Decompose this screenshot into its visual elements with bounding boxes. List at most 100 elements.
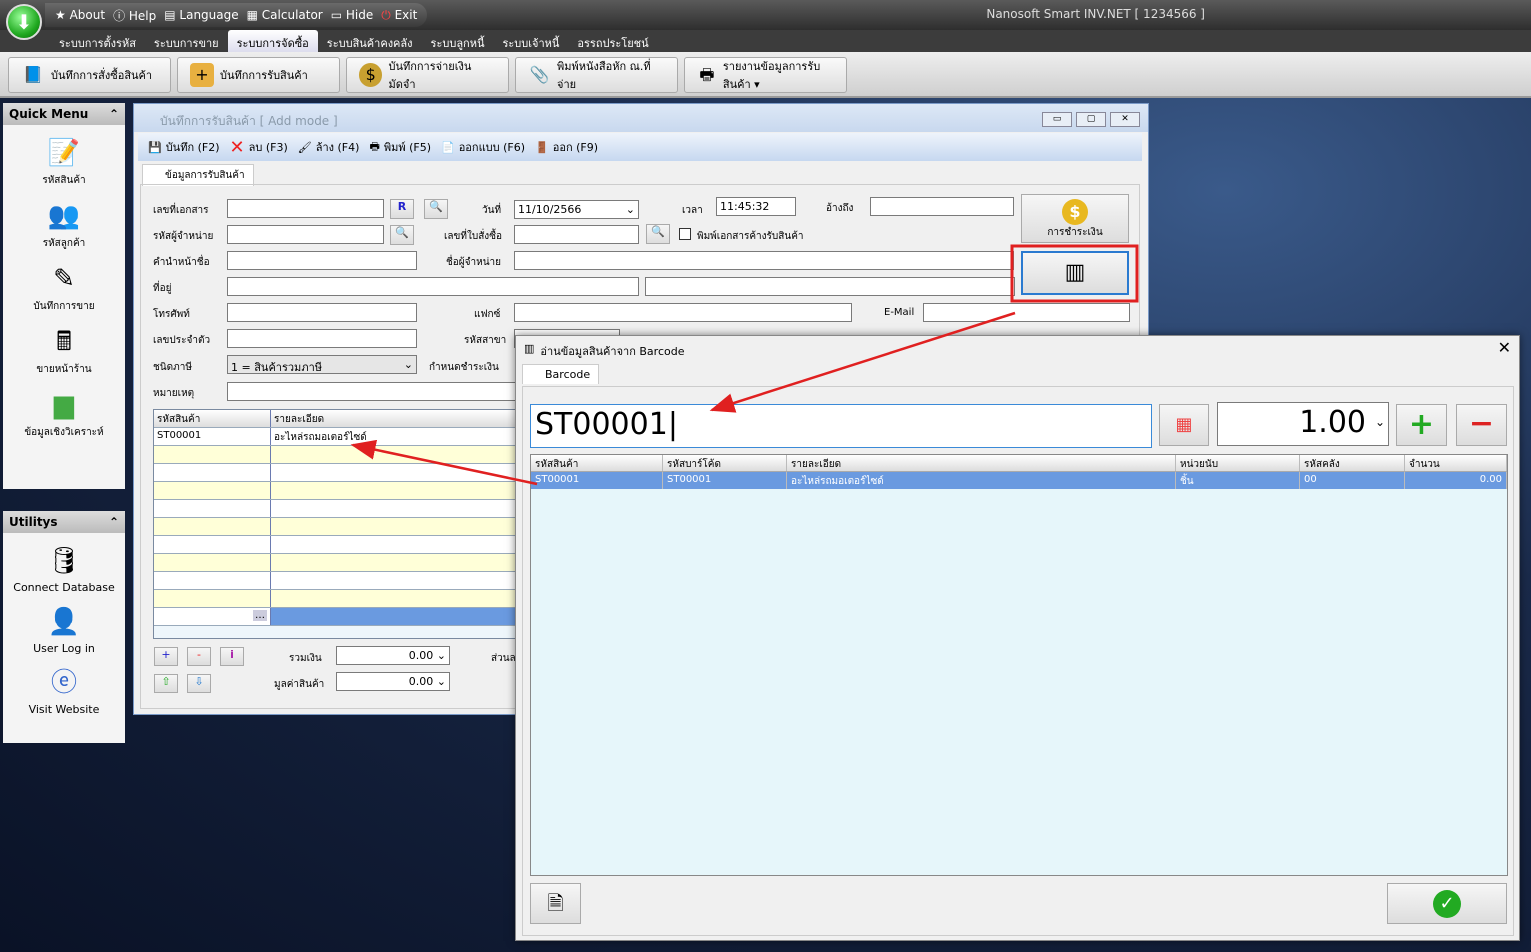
tab-receivables[interactable]: ระบบลูกหนี้ <box>422 30 494 52</box>
decrease-button[interactable]: − <box>1456 404 1507 446</box>
maximize-button[interactable]: ▢ <box>1076 112 1106 127</box>
collapse-icon[interactable]: ⌃ <box>109 515 119 529</box>
barcode-input[interactable]: ST00001| <box>530 404 1152 448</box>
about-button[interactable]: ★ About <box>55 8 105 22</box>
table-row[interactable] <box>154 446 522 464</box>
goods-receipt-button[interactable]: + บันทึกการรับสินค้า <box>177 57 340 93</box>
table-row[interactable] <box>154 482 522 500</box>
receipt-report-button[interactable]: 🖶 รายงานข้อมูลการรับสินค้า ▾ <box>684 57 847 93</box>
column-header[interactable]: จำนวน <box>1405 455 1507 471</box>
column-header[interactable]: รายละเอียด <box>271 410 521 427</box>
address-input-2[interactable] <box>645 277 1015 296</box>
print-pending-checkbox[interactable] <box>679 228 691 240</box>
fax-input[interactable] <box>514 303 852 322</box>
withholding-tax-button[interactable]: 📎 พิมพ์หนังสือหัก ณ.ที่จ่าย <box>515 57 678 93</box>
tab-purchasing[interactable]: ระบบการจัดซื้อ <box>227 30 318 52</box>
table-row[interactable] <box>154 590 522 608</box>
delete-document-button[interactable]: 🗎 <box>530 883 581 924</box>
prefix-input[interactable] <box>227 251 417 270</box>
payment-button[interactable]: $ การชำระเงิน <box>1021 194 1129 243</box>
table-row[interactable] <box>154 554 522 572</box>
clear-button[interactable]: 🖌 ล้าง (F4) <box>298 138 360 156</box>
purchase-order-button[interactable]: 📘 บันทึกการสั่งซื้อสินค้า <box>8 57 171 93</box>
utilities-header[interactable]: Utilitys ⌃ <box>3 511 125 533</box>
language-button[interactable]: ▤ Language <box>164 8 238 22</box>
quick-menu-header[interactable]: Quick Menu ⌃ <box>3 103 125 125</box>
ref-input[interactable] <box>870 197 1014 216</box>
app-menu-orb[interactable]: ⬇ <box>6 4 42 40</box>
column-header[interactable]: รหัสบาร์โค้ด <box>663 455 787 471</box>
supplier-code-input[interactable] <box>227 225 384 244</box>
column-header[interactable]: รหัสคลัง <box>1300 455 1405 471</box>
tax-type-select[interactable]: 1 = สินค้ารวมภาษี ⌄ <box>227 355 417 374</box>
hide-button[interactable]: ▭ Hide <box>331 8 374 22</box>
collapse-icon[interactable]: ⌃ <box>109 107 119 121</box>
tab-setup-codes[interactable]: ระบบการตั้งรหัส <box>50 30 145 52</box>
table-row[interactable]: ST00001 อะไหล่รถมอเตอร์ไซด์ <box>154 428 522 446</box>
clear-barcode-button[interactable]: ▦ <box>1159 404 1209 446</box>
help-button[interactable]: ⓘ Help <box>113 7 156 24</box>
sidebar-item-user-login[interactable]: 👤 User Log in <box>33 602 95 655</box>
address-input-1[interactable] <box>227 277 639 296</box>
ellipsis-button[interactable]: … <box>253 610 267 621</box>
tab-utilities[interactable]: อรรถประโยชน์ <box>568 30 657 52</box>
tab-barcode[interactable]: Barcode <box>522 364 600 384</box>
search-po-button[interactable]: 🔍 <box>646 224 670 244</box>
r-button[interactable]: R <box>390 199 414 219</box>
quantity-input[interactable]: 1.00 ⌄ <box>1217 402 1389 446</box>
tab-inventory[interactable]: ระบบสินค้าคงคลัง <box>318 30 422 52</box>
move-down-button[interactable]: ⇩ <box>187 674 211 693</box>
doc-no-input[interactable] <box>227 199 384 218</box>
search-supplier-button[interactable]: 🔍 <box>390 225 414 245</box>
table-row[interactable] <box>154 572 522 590</box>
increase-button[interactable]: + <box>1396 404 1447 446</box>
total-input[interactable]: 0.00 ⌄ <box>336 646 450 665</box>
exit-button[interactable]: ⏻ Exit <box>381 8 417 23</box>
goods-value-input[interactable]: 0.00 ⌄ <box>336 672 450 691</box>
table-row[interactable] <box>154 518 522 536</box>
design-button[interactable]: 📄 ออกแบบ (F6) <box>441 138 525 156</box>
move-up-button[interactable]: ⇧ <box>154 674 178 693</box>
print-button[interactable]: 🖶 พิมพ์ (F5) <box>369 138 431 157</box>
tax-id-input[interactable] <box>227 329 417 348</box>
deposit-payment-button[interactable]: $ บันทึกการจ่ายเงินมัดจำ <box>346 57 509 93</box>
column-header[interactable]: รหัสสินค้า <box>531 455 663 471</box>
sidebar-item-customer-code[interactable]: 👥 รหัสลูกค้า <box>43 196 86 251</box>
date-picker[interactable]: 11/10/2566 ⌄ <box>514 200 639 219</box>
email-input[interactable] <box>923 303 1130 322</box>
sidebar-item-product-code[interactable]: 📝 รหัสสินค้า <box>42 133 85 188</box>
column-header[interactable]: รหัสสินค้า <box>154 410 271 427</box>
close-button[interactable]: ✕ <box>1110 112 1140 127</box>
table-row[interactable]: ST00001 ST00001 อะไหล่รถมอเตอร์ไซด์ ชิ้น… <box>531 472 1507 489</box>
delete-button[interactable]: ✕ ลบ (F3) <box>230 137 288 158</box>
exit-form-button[interactable]: 🚪 ออก (F9) <box>535 138 598 156</box>
add-row-button[interactable]: + <box>154 647 178 666</box>
info-button[interactable]: i <box>220 647 244 666</box>
remove-row-button[interactable]: - <box>187 647 211 666</box>
tab-payables[interactable]: ระบบเจ้าหนี้ <box>493 30 568 52</box>
calculator-button[interactable]: ▦ Calculator <box>247 8 323 22</box>
column-header[interactable]: หน่วยนับ <box>1176 455 1300 471</box>
tab-receipt-info[interactable]: ข้อมูลการรับสินค้า <box>142 164 254 186</box>
column-header[interactable]: รายละเอียด <box>787 455 1176 471</box>
confirm-button[interactable]: ✓ <box>1387 883 1507 924</box>
sidebar-item-analytics[interactable]: ▆ ข้อมูลเชิงวิเคราะห์ <box>24 385 103 440</box>
supplier-name-input[interactable] <box>514 251 1014 270</box>
save-button[interactable]: 💾 บันทึก (F2) <box>148 138 220 156</box>
minimize-button[interactable]: ▭ <box>1042 112 1072 127</box>
sidebar-item-sales-record[interactable]: ✎ บันทึกการขาย <box>33 259 94 314</box>
sidebar-item-visit-website[interactable]: ⓔ Visit Website <box>29 663 100 716</box>
table-row[interactable] <box>154 500 522 518</box>
tab-sales[interactable]: ระบบการขาย <box>145 30 228 52</box>
po-no-input[interactable] <box>514 225 639 244</box>
sidebar-item-pos[interactable]: 🖩 ขายหน้าร้าน <box>36 322 91 377</box>
search-doc-button[interactable]: 🔍 <box>424 199 448 219</box>
table-row[interactable] <box>154 536 522 554</box>
dialog-close-button[interactable]: ✕ <box>1498 338 1511 357</box>
note-input[interactable] <box>227 382 527 401</box>
sidebar-item-connect-database[interactable]: 🛢 Connect Database <box>13 541 114 594</box>
time-input[interactable]: 11:45:32 <box>716 197 796 216</box>
table-row-new[interactable]: … <box>154 608 522 626</box>
barcode-button[interactable]: ▥ <box>1021 251 1129 295</box>
phone-input[interactable] <box>227 303 417 322</box>
